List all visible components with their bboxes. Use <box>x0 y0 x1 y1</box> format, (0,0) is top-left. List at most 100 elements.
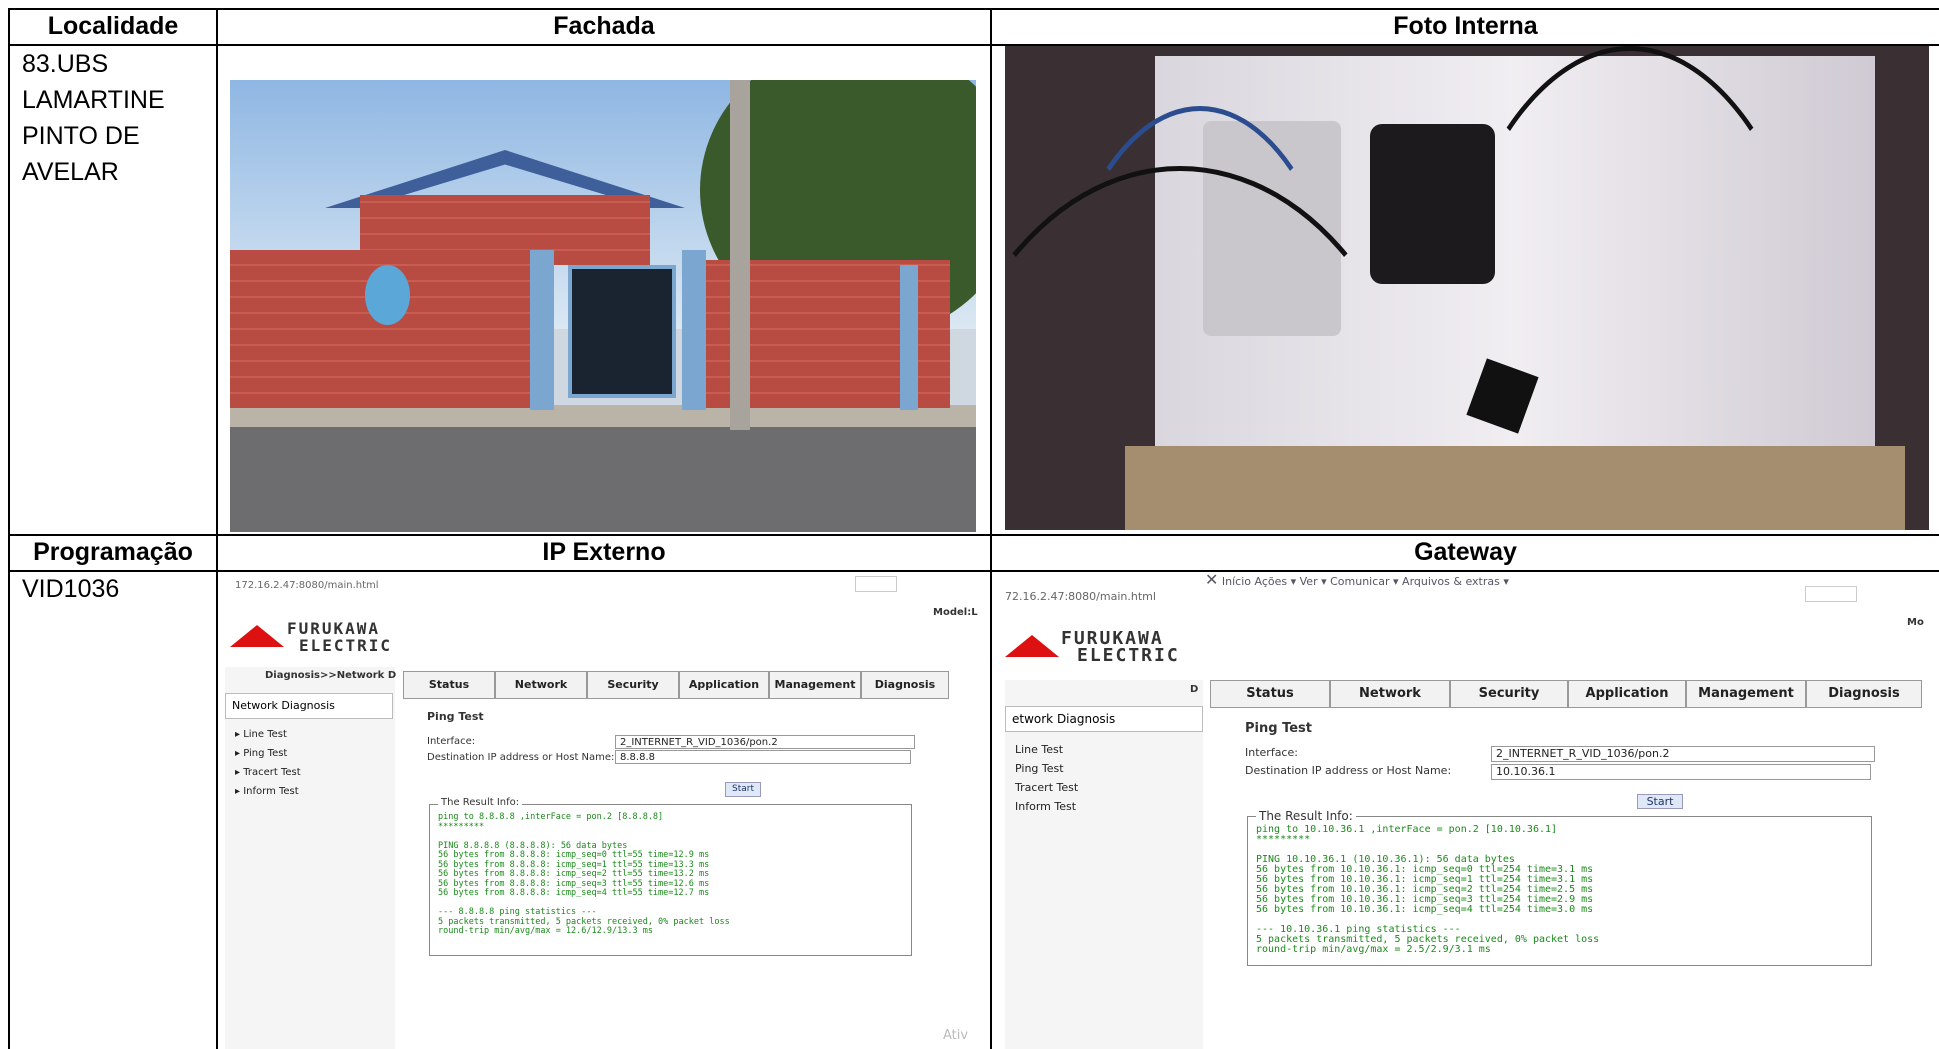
gateway-tab-diagnosis[interactable]: Diagnosis <box>1806 680 1922 708</box>
facade-photo <box>230 80 976 532</box>
ip-externo-logo: FURUKAWA ELECTRIC <box>287 620 392 654</box>
programacao-value: VID1036 <box>22 575 120 603</box>
header-foto-interna: Foto Interna <box>1393 12 1538 40</box>
gateway-url: 72.16.2.47:8080/main.html <box>1005 590 1156 603</box>
ip-externo-interface-label: Interface: <box>427 736 476 747</box>
gateway-sidebar: D etwork Diagnosis Line Test Ping Test T… <box>1005 680 1203 1049</box>
ip-externo-sidebar-item-line-test[interactable]: ▸ Line Test <box>225 725 301 744</box>
table-col-divider-2 <box>990 8 992 1049</box>
ip-externo-result-lines: ping to 8.8.8.8 ,interFace = pon.2 [8.8.… <box>438 812 730 937</box>
result-line: 56 bytes from 10.10.36.1: icmp_seq=4 ttl… <box>1256 904 1594 915</box>
ip-externo-screenshot: 172.16.2.47:8080/main.html Model:L FURUK… <box>225 572 988 1049</box>
ip-externo-breadcrumb: Diagnosis>>Network D <box>265 670 397 681</box>
gateway-tab-status[interactable]: Status <box>1210 680 1330 708</box>
internal-floor <box>1125 446 1905 530</box>
gateway-logo-line-2: ELECTRIC <box>1077 645 1180 666</box>
ip-externo-result-title: The Result Info: <box>438 797 523 808</box>
gateway-tab-management[interactable]: Management <box>1686 680 1806 708</box>
localidade-line-1: 83.UBS <box>22 50 109 78</box>
ip-externo-tab-application[interactable]: Application <box>679 671 769 699</box>
ip-externo-sidebar-item-label: Ping Test <box>243 748 288 759</box>
gateway-dest-label: Destination IP address or Host Name: <box>1245 764 1452 777</box>
ip-externo-sidebar: Diagnosis>>Network D Network Diagnosis ▸… <box>225 667 397 1049</box>
result-line: ********* <box>1256 834 1311 845</box>
header-ip-externo: IP Externo <box>542 538 666 566</box>
gateway-sidebar-item-ping-test[interactable]: Ping Test <box>1005 759 1078 778</box>
header-programacao: Programação <box>33 538 193 566</box>
header-fachada: Fachada <box>553 12 655 40</box>
gateway-sidebar-item-inform-test[interactable]: Inform Test <box>1005 797 1078 816</box>
gateway-toolbar-labels[interactable]: Início Ações ▾ Ver ▾ Comunicar ▾ Arquivo… <box>1222 575 1509 588</box>
result-line: ********* <box>438 821 485 832</box>
ip-externo-interface-select[interactable]: 2_INTERNET_R_VID_1036/pon.2 <box>615 735 915 749</box>
ip-externo-addressbar-icons <box>855 576 897 592</box>
table-col-divider-1 <box>216 8 218 1049</box>
facade-pillar-3 <box>900 265 918 410</box>
facade-pillar-1 <box>530 250 554 410</box>
localidade-line-3: PINTO DE <box>22 122 140 150</box>
ip-externo-sidebar-title[interactable]: Network Diagnosis <box>225 693 393 719</box>
gateway-screenshot: ✕ Início Ações ▾ Ver ▾ Comunicar ▾ Arqui… <box>1005 572 1935 1049</box>
facade-pillar-2 <box>682 250 706 410</box>
gateway-logo: FURUKAWA ELECTRIC <box>1061 630 1180 666</box>
facade-sidewalk <box>230 405 976 427</box>
header-gateway: Gateway <box>1414 538 1517 566</box>
gateway-tab-network[interactable]: Network <box>1330 680 1450 708</box>
result-line: round-trip min/avg/max = 2.5/2.9/3.1 ms <box>1256 944 1491 955</box>
gateway-sidebar-item-tracert-test[interactable]: Tracert Test <box>1005 778 1078 797</box>
ip-externo-tab-status[interactable]: Status <box>403 671 495 699</box>
table-row-divider-2 <box>8 534 1939 536</box>
ip-externo-sidebar-item-ping-test[interactable]: ▸ Ping Test <box>225 744 301 763</box>
gateway-section-title: Ping Test <box>1245 721 1312 736</box>
gateway-interface-label: Interface: <box>1245 746 1298 759</box>
gateway-logo-icon <box>1005 635 1059 657</box>
gateway-sidebar-list: Line Test Ping Test Tracert Test Inform … <box>1005 740 1078 816</box>
ip-externo-url: 172.16.2.47:8080/main.html <box>235 580 379 591</box>
localidade-line-4: AVELAR <box>22 158 119 186</box>
facade-utility-pole <box>730 80 750 430</box>
ip-externo-tab-security[interactable]: Security <box>587 671 679 699</box>
header-localidade: Localidade <box>47 12 179 40</box>
gateway-sidebar-title[interactable]: etwork Diagnosis <box>1005 706 1203 732</box>
ip-externo-model: Model:L <box>933 607 978 618</box>
ip-externo-sidebar-item-label: Line Test <box>243 729 287 740</box>
gateway-interface-select[interactable]: 2_INTERNET_R_VID_1036/pon.2 <box>1491 746 1875 762</box>
gateway-tab-security[interactable]: Security <box>1450 680 1568 708</box>
ip-externo-sidebar-item-inform-test[interactable]: ▸ Inform Test <box>225 782 301 801</box>
ip-externo-sidebar-item-label: Inform Test <box>243 786 299 797</box>
ip-externo-sidebar-item-tracert-test[interactable]: ▸ Tracert Test <box>225 763 301 782</box>
gateway-result-title: The Result Info: <box>1256 809 1356 823</box>
ip-externo-dest-input[interactable]: 8.8.8.8 <box>615 750 911 764</box>
gateway-result-box: The Result Info: ping to 10.10.36.1 ,int… <box>1247 809 1872 966</box>
localidade-line-2: LAMARTINE <box>22 86 165 114</box>
gateway-tab-application[interactable]: Application <box>1568 680 1686 708</box>
gateway-addressbar-icons <box>1805 586 1857 602</box>
facade-door <box>568 265 676 398</box>
ip-externo-tab-network[interactable]: Network <box>495 671 587 699</box>
ip-externo-start-button[interactable]: Start <box>725 782 761 797</box>
gateway-model: Mo <box>1907 617 1924 628</box>
ip-externo-sidebar-list: ▸ Line Test ▸ Ping Test ▸ Tracert Test ▸… <box>225 725 301 801</box>
ip-externo-sidebar-item-label: Tracert Test <box>243 767 301 778</box>
ip-externo-tabs: Status Network Security Application Mana… <box>403 671 949 699</box>
localidade-value: 83.UBS LAMARTINE PINTO DE AVELAR <box>22 46 165 190</box>
gateway-dest-input[interactable]: 10.10.36.1 <box>1491 764 1871 780</box>
ip-externo-logo-line-2: ELECTRIC <box>299 636 393 655</box>
ip-externo-logo-line-1: FURUKAWA <box>287 619 381 638</box>
gateway-sidebar-item-line-test[interactable]: Line Test <box>1005 740 1078 759</box>
facade-satellite-dish <box>365 265 410 325</box>
gateway-breadcrumb: D <box>1190 684 1199 695</box>
table-col-divider-0 <box>8 8 10 1049</box>
ip-externo-section-title: Ping Test <box>427 710 484 723</box>
gateway-result-lines: ping to 10.10.36.1 ,interFace = pon.2 [1… <box>1256 825 1599 955</box>
ip-externo-dest-label: Destination IP address or Host Name: <box>427 752 615 763</box>
gateway-browser-toolbar: ✕ Início Ações ▾ Ver ▾ Comunicar ▾ Arqui… <box>1205 572 1509 589</box>
ip-externo-tab-diagnosis[interactable]: Diagnosis <box>861 671 949 699</box>
gateway-toolbar-close-icon[interactable]: ✕ <box>1205 572 1218 589</box>
ip-externo-tab-management[interactable]: Management <box>769 671 861 699</box>
gateway-start-button[interactable]: Start <box>1637 794 1683 809</box>
ip-externo-result-box: The Result Info: ping to 8.8.8.8 ,interF… <box>429 797 912 956</box>
gateway-tabs: Status Network Security Application Mana… <box>1210 680 1922 708</box>
result-line: 56 bytes from 8.8.8.8: icmp_seq=4 ttl=55… <box>438 888 710 898</box>
internal-photo <box>1005 46 1929 530</box>
